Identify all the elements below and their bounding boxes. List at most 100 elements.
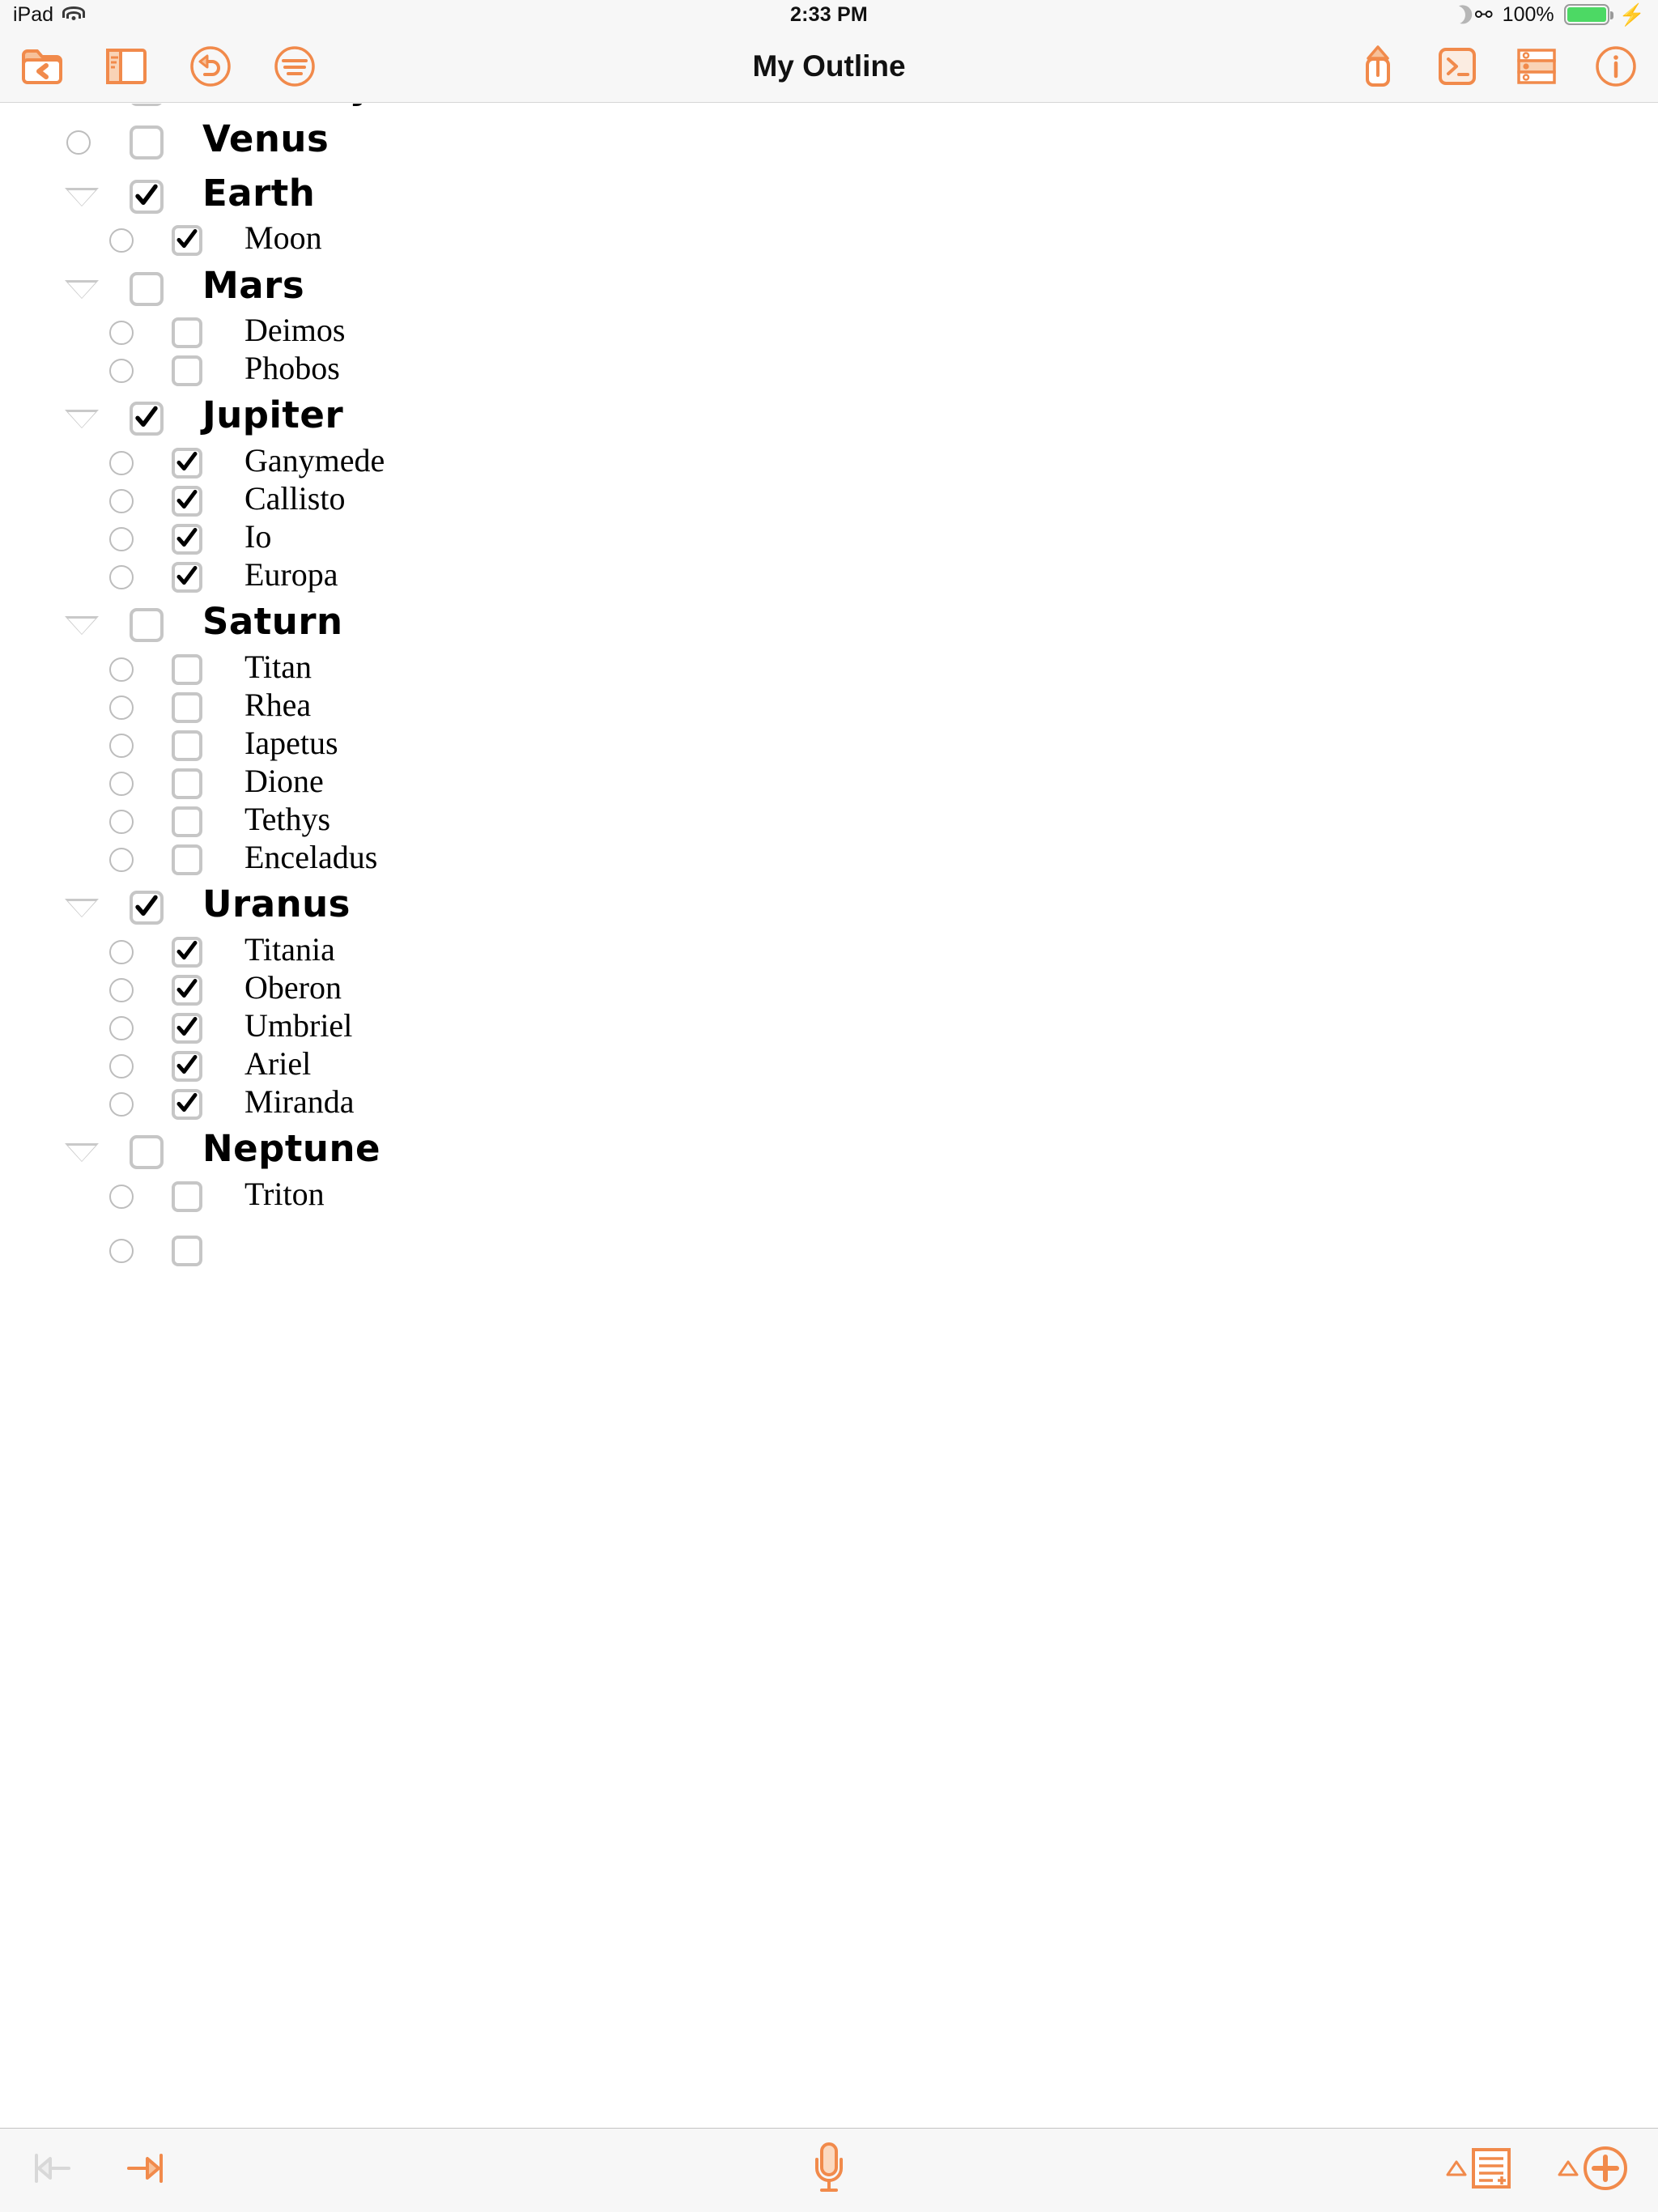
outline-row-label[interactable]: Triton — [244, 1175, 325, 1213]
outline-row-label[interactable]: Iapetus — [244, 724, 338, 762]
disclosure-triangle-icon[interactable] — [65, 280, 99, 299]
row-handle[interactable] — [109, 565, 134, 589]
outline-row-label[interactable]: Phobos — [244, 349, 340, 387]
outline-row-label[interactable]: Io — [244, 517, 271, 555]
outline-row-label[interactable]: Europa — [244, 555, 338, 593]
outline-row-label[interactable]: Tethys — [244, 800, 330, 838]
navigation-bar: My Outline — [0, 29, 1658, 103]
disclosure-triangle-icon[interactable] — [65, 899, 99, 917]
outline-row-label[interactable]: Callisto — [244, 479, 345, 517]
checkbox-checked[interactable] — [172, 1051, 202, 1082]
row-handle[interactable] — [109, 1239, 134, 1263]
sidebar-toggle-button[interactable] — [104, 44, 149, 89]
outline-list[interactable]: Mercury Venus Earth Moon Mars DeimosPhobos Jup… — [0, 104, 1658, 2128]
checkbox-unchecked[interactable] — [172, 692, 202, 723]
info-button[interactable] — [1593, 44, 1639, 89]
disclosure-triangle-icon[interactable] — [65, 188, 99, 206]
folder-back-icon — [20, 47, 64, 86]
outline-row-label[interactable]: Neptune — [202, 1127, 380, 1170]
checkbox-checked[interactable] — [172, 448, 202, 479]
row-handle[interactable] — [109, 321, 134, 345]
back-to-documents-button[interactable] — [19, 44, 65, 89]
checkbox-checked[interactable] — [130, 891, 164, 925]
outline-row-label[interactable]: Titania — [244, 930, 335, 968]
disclosure-triangle-icon[interactable] — [65, 1143, 99, 1162]
checkbox-unchecked[interactable] — [172, 1181, 202, 1212]
outline-row-label[interactable]: Deimos — [244, 311, 345, 349]
outline-style-button[interactable] — [272, 44, 317, 89]
checkbox-checked[interactable] — [130, 180, 164, 214]
row-handle[interactable] — [109, 1185, 134, 1209]
checkmark-icon — [176, 565, 198, 585]
checkbox-checked[interactable] — [172, 1089, 202, 1120]
checkbox-unchecked[interactable] — [172, 1236, 202, 1266]
outline-row-label[interactable]: Rhea — [244, 686, 311, 724]
outline-row-label[interactable]: Moon — [244, 219, 322, 257]
row-select-button[interactable] — [1514, 44, 1559, 89]
checkbox-unchecked[interactable] — [130, 125, 164, 160]
row-handle[interactable] — [109, 657, 134, 682]
row-handle[interactable] — [109, 1054, 134, 1078]
disclosure-triangle-icon[interactable] — [65, 616, 99, 635]
script-console-button[interactable] — [1435, 44, 1480, 89]
checkbox-unchecked[interactable] — [130, 1135, 164, 1169]
row-handle[interactable] — [109, 489, 134, 513]
share-button[interactable] — [1355, 44, 1401, 89]
row-handle[interactable] — [109, 978, 134, 1002]
checkbox-checked[interactable] — [130, 402, 164, 436]
outline-row-label[interactable]: Jupiter — [202, 393, 343, 436]
undo-button[interactable] — [188, 44, 233, 89]
checkbox-unchecked[interactable] — [172, 768, 202, 799]
row-handle[interactable] — [66, 130, 91, 155]
row-handle[interactable] — [109, 451, 134, 475]
outline-row-label[interactable]: Umbriel — [244, 1006, 352, 1044]
row-handle[interactable] — [109, 810, 134, 834]
checkbox-unchecked[interactable] — [172, 806, 202, 837]
outline-row-label[interactable]: Ganymede — [244, 441, 385, 479]
dictation-button[interactable] — [806, 2140, 852, 2201]
add-note-button[interactable] — [1446, 2146, 1512, 2194]
checkbox-checked[interactable] — [172, 225, 202, 256]
disclosure-triangle-icon[interactable] — [65, 410, 99, 428]
outline-row-label[interactable]: Dione — [244, 762, 324, 800]
row-handle[interactable] — [109, 848, 134, 872]
outline-row-label[interactable]: Mars — [202, 264, 304, 307]
checkbox-checked[interactable] — [130, 104, 164, 106]
add-row-button[interactable] — [1558, 2145, 1629, 2196]
checkbox-unchecked[interactable] — [172, 844, 202, 875]
lightning-bolt-icon: ⚡ — [1618, 2, 1645, 27]
checkbox-unchecked[interactable] — [130, 608, 164, 642]
outline-row-label[interactable]: Enceladus — [244, 838, 377, 876]
bluetooth-icon: ⚯ — [1474, 2, 1493, 27]
checkbox-unchecked[interactable] — [172, 317, 202, 348]
checkbox-checked[interactable] — [172, 562, 202, 593]
row-handle[interactable] — [109, 940, 134, 964]
checkbox-unchecked[interactable] — [172, 654, 202, 685]
checkbox-checked[interactable] — [172, 486, 202, 517]
outline-row-label[interactable]: Ariel — [244, 1044, 311, 1083]
row-handle[interactable] — [109, 772, 134, 796]
row-handle[interactable] — [109, 1092, 134, 1117]
outline-row-label[interactable]: Oberon — [244, 968, 342, 1006]
checkbox-checked[interactable] — [172, 975, 202, 1006]
row-handle[interactable] — [109, 527, 134, 551]
outline-row-label[interactable]: Mercury — [202, 104, 373, 107]
row-handle[interactable] — [109, 696, 134, 720]
outline-row-label[interactable]: Earth — [202, 172, 315, 215]
row-handle[interactable] — [109, 228, 134, 253]
checkbox-checked[interactable] — [172, 1013, 202, 1044]
outline-row-label[interactable]: Uranus — [202, 883, 351, 925]
checkbox-checked[interactable] — [172, 937, 202, 968]
checkbox-checked[interactable] — [172, 524, 202, 555]
row-handle[interactable] — [109, 359, 134, 383]
outline-row-label[interactable]: Venus — [202, 117, 329, 160]
outline-row-label[interactable]: Miranda — [244, 1083, 355, 1121]
row-handle[interactable] — [109, 734, 134, 758]
checkbox-unchecked[interactable] — [130, 272, 164, 306]
row-handle[interactable] — [109, 1016, 134, 1040]
checkbox-unchecked[interactable] — [172, 730, 202, 761]
checkbox-unchecked[interactable] — [172, 355, 202, 386]
triangle-badge-icon — [1446, 2159, 1467, 2182]
outline-row-label[interactable]: Titan — [244, 648, 312, 686]
outline-row-label[interactable]: Saturn — [202, 600, 343, 643]
